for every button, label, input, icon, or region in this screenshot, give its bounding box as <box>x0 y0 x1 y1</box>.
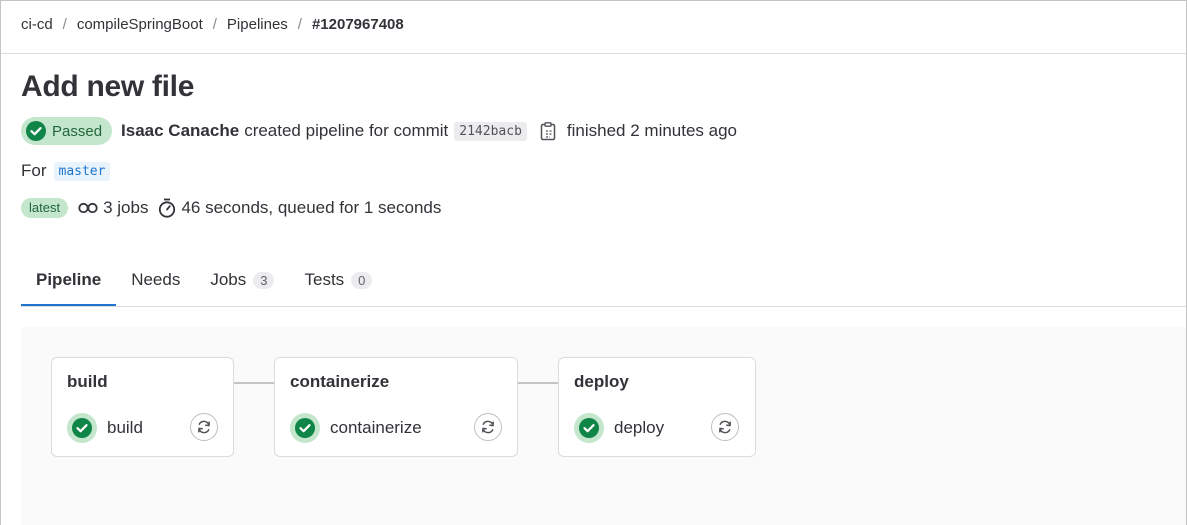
status-badge-label: Passed <box>52 122 103 140</box>
duration-text: 46 seconds, queued for 1 seconds <box>181 198 442 217</box>
tab-label: Needs <box>131 270 181 289</box>
tab-label: Jobs <box>210 270 247 289</box>
retry-button[interactable] <box>474 413 502 441</box>
status-success-icon <box>26 121 46 141</box>
tab-pipeline[interactable]: Pipeline <box>21 256 117 306</box>
job-name: build <box>107 418 143 437</box>
branch-link[interactable]: master <box>53 161 111 181</box>
stage-connector <box>233 382 274 384</box>
breadcrumb-separator: / <box>62 15 67 33</box>
pipeline-tabs: Pipeline Needs Jobs 3 Tests 0 <box>21 256 387 306</box>
job-item-containerize[interactable]: containerize <box>290 413 422 443</box>
status-success-icon <box>295 418 315 438</box>
breadcrumb-item-project[interactable]: ci-cd <box>21 16 53 33</box>
breadcrumb-separator: / <box>212 15 217 33</box>
status-success-icon <box>579 418 599 438</box>
tab-needs[interactable]: Needs <box>116 256 195 304</box>
header-divider <box>1 53 1186 54</box>
job-item-deploy[interactable]: deploy <box>574 413 664 443</box>
stage-column-containerize: containerize containerize <box>274 357 518 457</box>
tab-jobs[interactable]: Jobs 3 <box>195 256 289 304</box>
page-title: Add new file <box>21 70 195 103</box>
status-badge[interactable]: Passed <box>21 117 113 145</box>
retry-icon <box>719 420 731 434</box>
job-status <box>574 413 604 443</box>
stage-title: build <box>67 372 108 391</box>
pipeline-meta-line: latest 3 jobs 46 seconds, queued for 1 s… <box>21 196 441 220</box>
timer-icon <box>158 198 176 218</box>
commit-sha[interactable]: 2142bacb <box>454 121 527 141</box>
status-success-icon <box>72 418 92 438</box>
clipboard-icon <box>540 121 556 140</box>
job-name: deploy <box>614 418 665 437</box>
stage-title: containerize <box>290 372 390 391</box>
author-link[interactable]: Isaac Canache <box>121 121 239 141</box>
breadcrumb-item-repo[interactable]: compileSpringBoot <box>77 16 203 33</box>
stage-column-deploy: deploy deploy <box>558 357 756 457</box>
ref-line: For master <box>21 160 111 182</box>
breadcrumb-separator: / <box>297 15 302 33</box>
job-status <box>67 413 97 443</box>
retry-icon <box>482 420 494 434</box>
tabs-divider <box>21 306 1186 307</box>
job-status <box>290 413 320 443</box>
breadcrumb: ci-cd / compileSpringBoot / Pipelines / … <box>21 14 404 34</box>
stage-connector <box>517 382 558 384</box>
job-item-build[interactable]: build <box>67 413 143 443</box>
tab-count-badge: 3 <box>253 271 275 289</box>
pipeline-jobs-icon <box>78 201 98 215</box>
copy-sha-button[interactable] <box>539 121 557 141</box>
job-name: containerize <box>330 418 422 437</box>
jobs-count: 3 jobs <box>103 198 149 217</box>
tab-count-badge: 0 <box>351 271 373 289</box>
retry-icon <box>198 420 210 434</box>
finished-time: finished 2 minutes ago <box>566 121 738 140</box>
latest-badge: latest <box>21 198 69 218</box>
retry-button[interactable] <box>190 413 218 441</box>
breadcrumb-item-pipelines[interactable]: Pipelines <box>227 16 288 33</box>
breadcrumb-current: #1207967408 <box>311 15 404 33</box>
tab-label: Pipeline <box>36 270 102 289</box>
ref-prefix: For <box>21 161 47 180</box>
stage-title: deploy <box>574 372 629 391</box>
pipeline-status-line: Passed Isaac Canache created pipeline fo… <box>21 117 737 145</box>
tab-label: Tests <box>304 270 345 289</box>
tab-tests[interactable]: Tests 0 <box>289 256 387 304</box>
retry-button[interactable] <box>711 413 739 441</box>
pipeline-description: created pipeline for commit <box>244 121 449 140</box>
stage-column-build: build build <box>51 357 234 457</box>
